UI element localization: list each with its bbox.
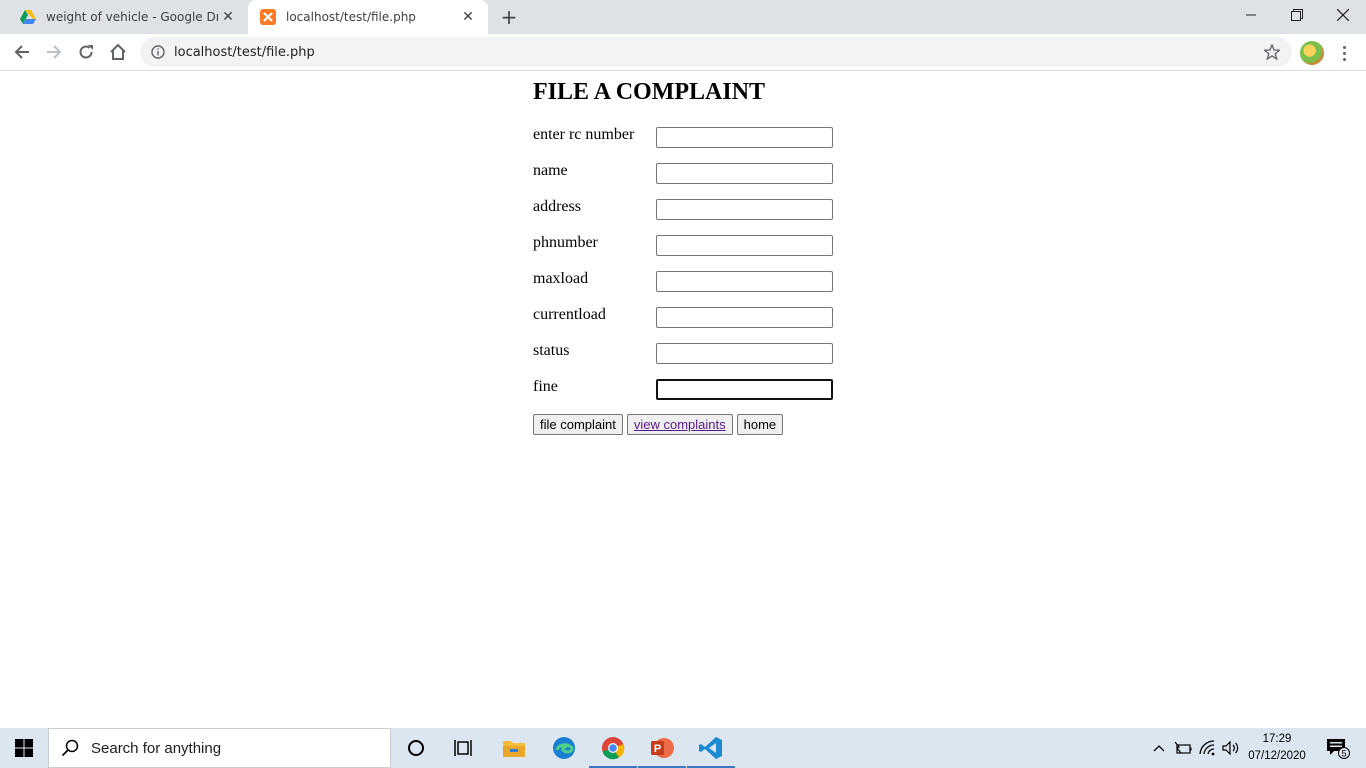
form-actions: file complaint view complaints home xyxy=(533,414,784,435)
volume-icon[interactable] xyxy=(1220,728,1242,768)
tab-google-drive[interactable]: weight of vehicle - Google Drive ✕ xyxy=(8,0,248,34)
close-tab-icon[interactable]: ✕ xyxy=(218,7,238,27)
file-complaint-button[interactable]: file complaint xyxy=(533,414,623,435)
form-row-fine: fine xyxy=(533,378,853,402)
page-title: FILE A COMPLAINT xyxy=(533,79,766,105)
close-tab-icon[interactable]: ✕ xyxy=(458,7,478,27)
address-label: address xyxy=(533,198,581,215)
fine-input[interactable] xyxy=(656,379,833,400)
home-icon[interactable] xyxy=(104,38,132,66)
address-input[interactable] xyxy=(656,199,833,220)
chrome-icon[interactable] xyxy=(589,728,637,768)
tab-title: weight of vehicle - Google Drive xyxy=(46,10,218,24)
currentload-input[interactable] xyxy=(656,307,833,328)
address-bar[interactable]: localhost/test/file.php xyxy=(140,37,1292,67)
rc-number-label: enter rc number xyxy=(533,126,635,143)
reload-icon[interactable] xyxy=(72,38,100,66)
rc-number-input[interactable] xyxy=(656,127,833,148)
form-row-maxload: maxload xyxy=(533,270,853,294)
bookmark-star-icon[interactable] xyxy=(1262,42,1282,62)
task-view-icon[interactable] xyxy=(440,728,488,768)
restore-icon[interactable] xyxy=(1274,0,1320,30)
search-placeholder: Search for anything xyxy=(91,739,222,757)
file-explorer-icon[interactable] xyxy=(490,728,538,768)
profile-avatar[interactable] xyxy=(1300,41,1324,65)
form-row-status: status xyxy=(533,342,853,366)
taskbar-search-box[interactable]: Search for anything xyxy=(48,728,391,768)
fine-label: fine xyxy=(533,378,558,395)
cortana-icon[interactable] xyxy=(392,728,440,768)
clock-time: 17:29 xyxy=(1262,733,1292,745)
minimize-icon[interactable] xyxy=(1228,0,1274,30)
tab-title: localhost/test/file.php xyxy=(286,10,416,24)
kebab-menu-icon[interactable] xyxy=(1336,41,1352,65)
status-label: status xyxy=(533,342,570,359)
forward-arrow-icon[interactable] xyxy=(40,38,68,66)
phnumber-label: phnumber xyxy=(533,234,598,251)
page-content: FILE A COMPLAINT enter rc number name ad… xyxy=(0,71,1366,728)
currentload-label: currentload xyxy=(533,306,606,323)
status-input[interactable] xyxy=(656,343,833,364)
form-row-phnumber: phnumber xyxy=(533,234,853,258)
powerpoint-icon[interactable]: P xyxy=(638,728,686,768)
windows-taskbar: Search for anything P 17:29 07/12/2020 5 xyxy=(0,728,1366,768)
url-text[interactable]: localhost/test/file.php xyxy=(174,45,1262,60)
phnumber-input[interactable] xyxy=(656,235,833,256)
form-row-currentload: currentload xyxy=(533,306,853,330)
maxload-input[interactable] xyxy=(656,271,833,292)
form-row-address: address xyxy=(533,198,853,222)
chevron-up-icon[interactable] xyxy=(1148,728,1170,768)
tab-localhost[interactable]: localhost/test/file.php ✕ xyxy=(248,0,488,34)
maxload-label: maxload xyxy=(533,270,589,287)
search-icon xyxy=(61,739,79,757)
notification-count: 5 xyxy=(1341,749,1346,759)
browser-toolbar: localhost/test/file.php xyxy=(0,34,1366,71)
home-button[interactable]: home xyxy=(736,414,784,435)
close-window-icon[interactable] xyxy=(1320,0,1366,30)
windows-start-icon[interactable] xyxy=(0,728,48,768)
battery-icon[interactable] xyxy=(1172,728,1194,768)
clock-date: 07/12/2020 xyxy=(1248,750,1306,762)
vscode-icon[interactable] xyxy=(687,728,735,768)
notification-center-icon[interactable]: 5 xyxy=(1318,728,1358,768)
form-row-rc-number: enter rc number xyxy=(533,126,853,150)
name-input[interactable] xyxy=(656,163,833,184)
taskbar-clock[interactable]: 17:29 07/12/2020 xyxy=(1244,731,1310,765)
view-complaints-button[interactable]: view complaints xyxy=(626,414,733,435)
new-tab-button[interactable]: + xyxy=(496,5,522,29)
svg-text:P: P xyxy=(654,743,661,755)
back-arrow-icon[interactable] xyxy=(8,38,36,66)
xampp-icon xyxy=(260,9,276,25)
view-complaints-link[interactable]: view complaints xyxy=(634,417,726,432)
google-drive-icon xyxy=(20,9,36,25)
name-label: name xyxy=(533,162,568,179)
wifi-icon[interactable] xyxy=(1197,728,1219,768)
edge-browser-icon[interactable] xyxy=(540,728,588,768)
info-icon[interactable] xyxy=(150,44,166,60)
tab-strip: weight of vehicle - Google Drive ✕ local… xyxy=(0,0,1366,34)
form-row-name: name xyxy=(533,162,853,186)
